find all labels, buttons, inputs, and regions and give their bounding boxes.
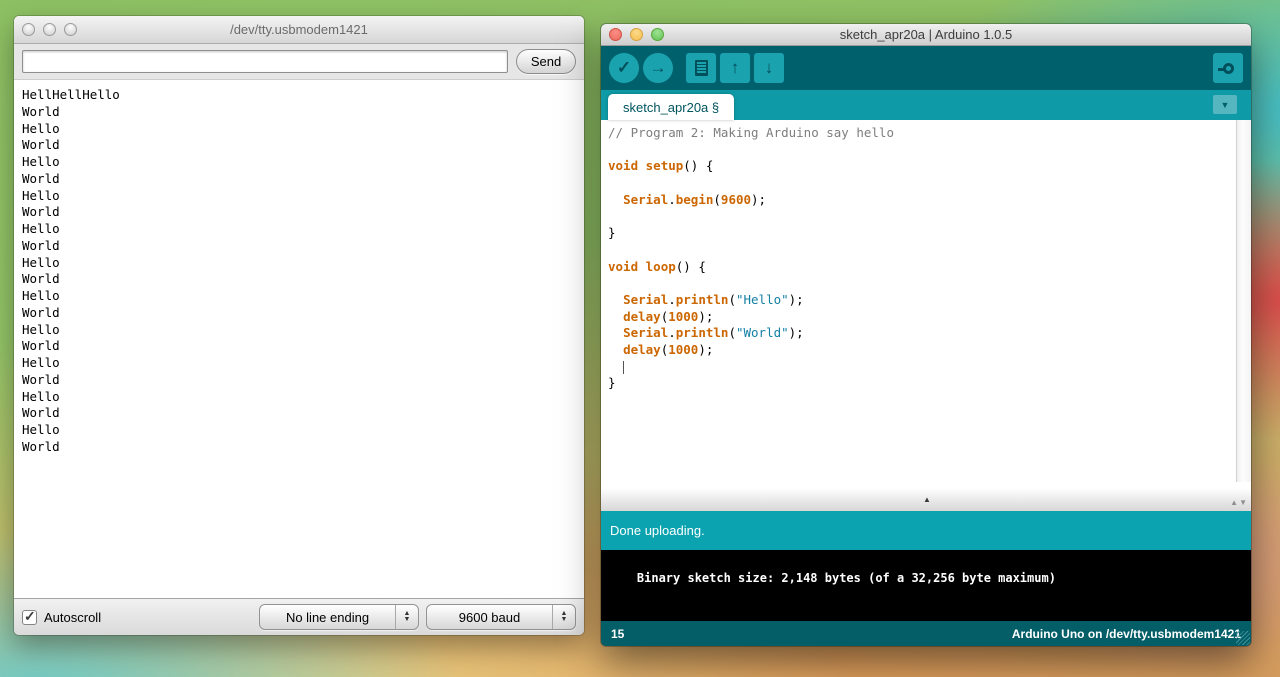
ide-tabbar: sketch_apr20a § ▼	[601, 90, 1251, 120]
zoom-button[interactable]	[651, 28, 664, 41]
arrow-right-icon: →	[650, 58, 667, 78]
stepper-arrows-icon: ▲▼	[395, 605, 418, 629]
scroll-caret-icon: ▲	[923, 495, 931, 504]
autoscroll-label: Autoscroll	[44, 610, 101, 625]
serial-monitor-bottombar: ✓ Autoscroll No line ending ▲▼ 9600 baud…	[14, 598, 584, 635]
ide-editor-area: // Program 2: Making Arduino say hello v…	[601, 120, 1251, 482]
new-sketch-button[interactable]	[686, 53, 716, 83]
baud-rate-select[interactable]: 9600 baud ▲▼	[426, 604, 576, 630]
resize-grip[interactable]	[1236, 631, 1250, 645]
serial-send-input[interactable]	[22, 50, 508, 73]
autoscroll-checkbox[interactable]: ✓	[22, 610, 37, 625]
send-row: Send	[14, 44, 584, 80]
close-button[interactable]	[609, 28, 622, 41]
window-title: /dev/tty.usbmodem1421	[14, 22, 584, 37]
window-title: sketch_apr20a | Arduino 1.0.5	[601, 27, 1251, 42]
line-ending-value: No line ending	[260, 610, 395, 625]
tab-list-dropdown[interactable]: ▼	[1213, 95, 1237, 114]
scrollbar-arrows-icon[interactable]: ▲▼	[1230, 498, 1248, 507]
status-message: Done uploading.	[610, 523, 705, 538]
zoom-button[interactable]	[64, 23, 77, 36]
check-icon: ✓	[617, 58, 631, 78]
board-port-indicator: Arduino Uno on /dev/tty.usbmodem1421	[1012, 627, 1241, 641]
arduino-ide-window: sketch_apr20a | Arduino 1.0.5 ✓ → ↑ ↓ sk…	[601, 24, 1251, 646]
serial-output[interactable]: HellHellHello World Hello World Hello Wo…	[14, 80, 584, 598]
checkmark-icon: ✓	[24, 608, 36, 625]
code-editor[interactable]: // Program 2: Making Arduino say hello v…	[601, 120, 1236, 482]
chevron-down-icon: ▼	[1221, 100, 1230, 110]
ide-statusbar: 15 Arduino Uno on /dev/tty.usbmodem1421	[601, 621, 1251, 646]
serial-monitor-window: /dev/tty.usbmodem1421 Send HellHellHello…	[14, 16, 584, 635]
ide-status-strip: Done uploading.	[601, 511, 1251, 550]
document-icon	[695, 60, 708, 76]
minimize-button[interactable]	[43, 23, 56, 36]
line-ending-select[interactable]: No line ending ▲▼	[259, 604, 419, 630]
arrow-down-icon: ↓	[765, 58, 774, 78]
magnifier-icon	[1223, 63, 1234, 74]
console-output: Binary sketch size: 2,148 bytes (of a 32…	[637, 571, 1056, 585]
tab-label: sketch_apr20a §	[623, 100, 719, 115]
arrow-up-icon: ↑	[731, 58, 740, 78]
ide-titlebar[interactable]: sketch_apr20a | Arduino 1.0.5	[601, 24, 1251, 46]
serial-monitor-button[interactable]	[1213, 53, 1243, 83]
save-sketch-button[interactable]: ↓	[754, 53, 784, 83]
horizontal-scrollbar[interactable]: ▲ ▲▼	[601, 482, 1251, 511]
open-sketch-button[interactable]: ↑	[720, 53, 750, 83]
ide-toolbar: ✓ → ↑ ↓	[601, 46, 1251, 90]
send-button[interactable]: Send	[516, 49, 576, 74]
minimize-button[interactable]	[630, 28, 643, 41]
verify-button[interactable]: ✓	[609, 53, 639, 83]
tab-sketch-apr20a[interactable]: sketch_apr20a §	[608, 94, 734, 120]
upload-button[interactable]: →	[643, 53, 673, 83]
line-number-indicator: 15	[611, 627, 624, 641]
baud-rate-value: 9600 baud	[427, 610, 552, 625]
close-button[interactable]	[22, 23, 35, 36]
serial-monitor-titlebar[interactable]: /dev/tty.usbmodem1421	[14, 16, 584, 44]
vertical-scrollbar[interactable]	[1236, 120, 1251, 482]
stepper-arrows-icon: ▲▼	[552, 605, 575, 629]
ide-console: Binary sketch size: 2,148 bytes (of a 32…	[601, 550, 1251, 621]
